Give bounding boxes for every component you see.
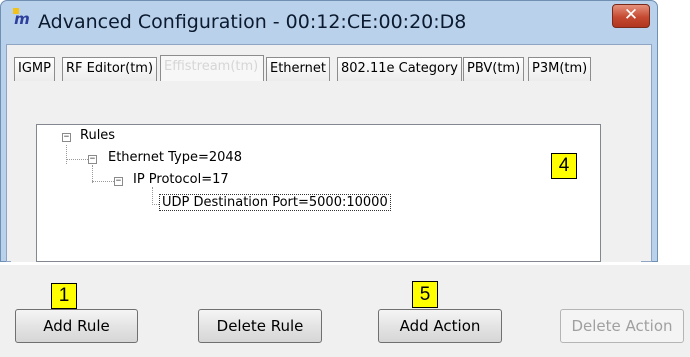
window-title: Advanced Configuration - 00:12:CE:00:20:… bbox=[38, 11, 467, 33]
delete-rule-button[interactable]: Delete Rule bbox=[198, 309, 322, 343]
app-logo-icon: m bbox=[10, 8, 32, 30]
add-action-button[interactable]: Add Action bbox=[378, 309, 502, 343]
tab-pbv[interactable]: PBV(tm) bbox=[463, 57, 525, 81]
tree-connector bbox=[92, 181, 114, 182]
tree-node-ip-protocol[interactable]: IP Protocol=17 bbox=[133, 172, 229, 187]
collapse-icon[interactable]: − bbox=[62, 133, 71, 142]
tab-igmp[interactable]: IGMP bbox=[14, 57, 55, 81]
tree-node-rules[interactable]: Rules bbox=[80, 128, 115, 143]
tab-ethernet[interactable]: Ethernet bbox=[266, 57, 330, 81]
title-bar[interactable]: m Advanced Configuration - 00:12:CE:00:2… bbox=[0, 0, 658, 46]
callout-5: 5 bbox=[412, 281, 438, 308]
callout-4: 4 bbox=[551, 153, 577, 179]
tree-node-ethernet-type[interactable]: Ethernet Type=2048 bbox=[108, 150, 242, 165]
tree-connector bbox=[66, 145, 67, 164]
tab-80211e-category[interactable]: 802.11e Category bbox=[337, 57, 462, 81]
collapse-icon[interactable]: − bbox=[114, 177, 123, 186]
collapse-icon[interactable]: − bbox=[88, 155, 97, 164]
tab-p3m[interactable]: P3M(tm) bbox=[528, 57, 592, 81]
tree-node-udp-destination-port[interactable]: UDP Destination Port=5000:10000 bbox=[159, 194, 391, 211]
add-rule-button[interactable]: Add Rule bbox=[15, 309, 138, 343]
callout-1: 1 bbox=[51, 283, 77, 309]
close-button[interactable]: ✕ bbox=[612, 4, 650, 28]
rules-tree[interactable] bbox=[36, 124, 601, 262]
tree-connector bbox=[66, 159, 88, 160]
tab-rf-editor[interactable]: RF Editor(tm) bbox=[62, 57, 158, 81]
tree-connector bbox=[152, 187, 153, 205]
tab-effistream[interactable]: Effistream(tm) bbox=[160, 55, 264, 82]
delete-action-button[interactable]: Delete Action bbox=[560, 309, 684, 343]
